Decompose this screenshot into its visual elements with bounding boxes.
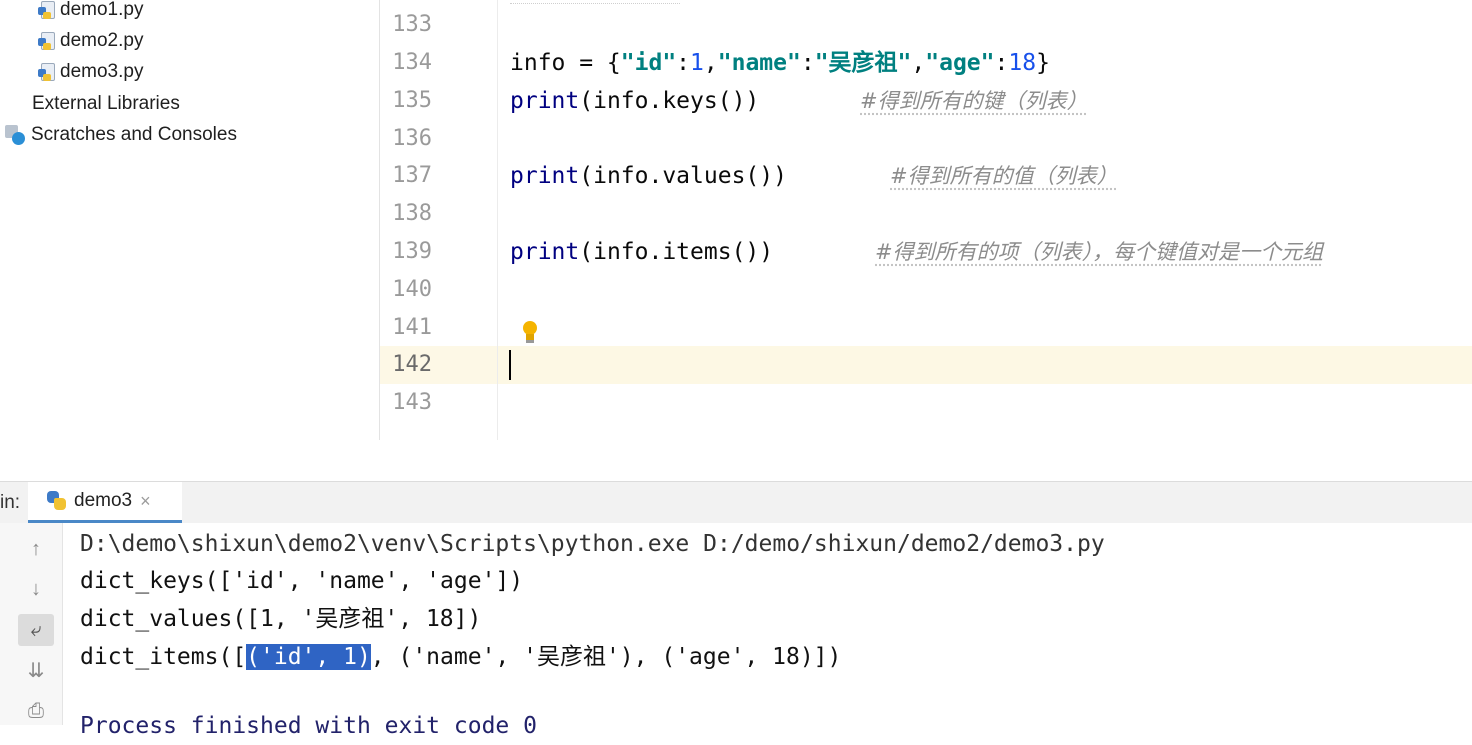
line-number-active: 142 xyxy=(392,352,432,377)
code-comment: #得到所有的项（列表），每个键值对是一个元组 xyxy=(875,240,1324,264)
tree-scratches-label: Scratches and Consoles xyxy=(31,124,237,145)
console-line-command[interactable]: D:\demo\shixun\demo2\venv\Scripts\python… xyxy=(80,525,1105,563)
python-file-icon xyxy=(38,0,56,20)
scroll-to-end-icon[interactable]: ⇊ xyxy=(18,654,54,686)
run-toolbar: ↑ ↓ ⤶ ⇊ ⎙ xyxy=(0,523,63,725)
selected-text: ('id', 1) xyxy=(246,644,371,670)
line-number: 140 xyxy=(392,277,432,302)
code-line-137[interactable]: print(info.values()) xyxy=(510,157,787,195)
code-comment: #得到所有的键（列表） xyxy=(860,89,1088,113)
code-line-139[interactable]: print(info.items()) xyxy=(510,233,773,271)
project-tree-panel: demo1.py demo2.py demo3.py External Libr… xyxy=(0,0,380,480)
line-number: 139 xyxy=(392,239,432,264)
line-number: 143 xyxy=(392,390,432,415)
line-number: 136 xyxy=(392,126,432,151)
run-tab-label: demo3 xyxy=(74,490,133,511)
arrow-down-icon[interactable]: ↓ xyxy=(18,573,54,605)
tree-external-libraries[interactable]: External Libraries xyxy=(4,91,180,117)
code-comment: #得到所有的值（列表） xyxy=(890,164,1118,188)
editor-top-fragment xyxy=(510,0,680,4)
run-label: in: xyxy=(0,492,21,513)
tree-file-label: demo2.py xyxy=(60,30,144,51)
tree-file-label: demo1.py xyxy=(60,0,144,20)
line-number: 141 xyxy=(392,315,432,340)
line-number: 137 xyxy=(392,163,432,188)
editor-bottom-area xyxy=(379,440,1472,480)
tree-file-label: demo3.py xyxy=(60,61,144,82)
close-icon[interactable]: × xyxy=(140,491,151,512)
run-tab-demo3[interactable]: demo3 × xyxy=(28,482,182,523)
soft-wrap-icon[interactable]: ⤶ xyxy=(18,614,54,646)
line-number: 135 xyxy=(392,88,432,113)
text-caret xyxy=(509,350,511,380)
python-file-icon xyxy=(38,62,56,82)
run-tool-window-header: in: demo3 × xyxy=(0,481,1472,524)
line-number: 134 xyxy=(392,50,432,75)
console-line-items[interactable]: dict_items([('id', 1), ('name', '吴彦祖'), … xyxy=(80,638,841,676)
console-line-keys[interactable]: dict_keys(['id', 'name', 'age']) xyxy=(80,562,523,600)
print-icon[interactable]: ⎙ xyxy=(18,695,54,727)
code-line-134[interactable]: info = {"id":1,"name":"吴彦祖","age":18} xyxy=(510,44,1050,82)
current-line-highlight xyxy=(498,346,1472,384)
scratches-icon xyxy=(3,123,27,147)
tree-file-demo3[interactable]: demo3.py xyxy=(38,59,143,85)
python-file-icon xyxy=(38,31,56,51)
line-number: 138 xyxy=(392,201,432,226)
console-line-values[interactable]: dict_values([1, '吴彦祖', 18]) xyxy=(80,600,481,638)
tree-scratches-consoles[interactable]: Scratches and Consoles xyxy=(3,122,237,148)
intention-bulb-icon[interactable] xyxy=(521,321,539,345)
library-icon xyxy=(4,94,28,114)
python-icon xyxy=(46,490,68,512)
tree-file-demo1[interactable]: demo1.py xyxy=(38,0,143,23)
tree-file-demo2[interactable]: demo2.py xyxy=(38,28,143,54)
code-line-135[interactable]: print(info.keys()) xyxy=(510,82,759,120)
line-number: 133 xyxy=(392,12,432,37)
tree-external-libraries-label: External Libraries xyxy=(32,93,180,114)
arrow-up-icon[interactable]: ↑ xyxy=(18,533,54,565)
console-line-finished[interactable]: Process finished with exit code 0 xyxy=(80,707,537,745)
